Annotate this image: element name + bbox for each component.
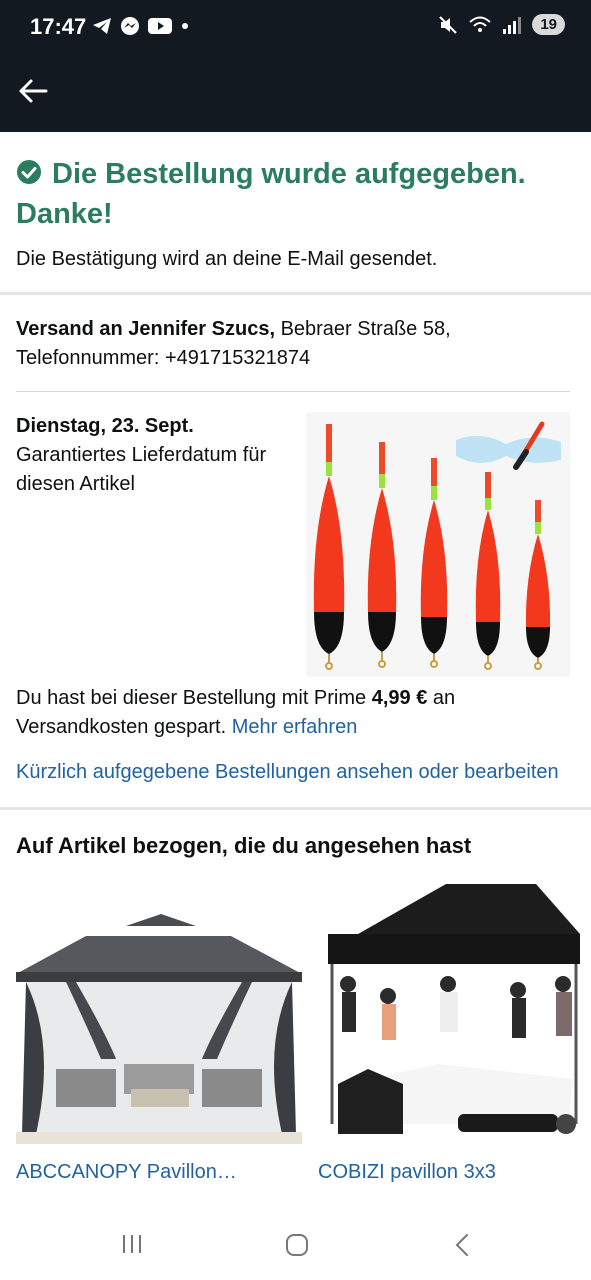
- delivery-section: Dienstag, 23. Sept. Garantiertes Lieferd…: [0, 392, 591, 682]
- shipping-address: Bebraer Straße 58,: [280, 318, 451, 340]
- fishing-floats-product-image[interactable]: [306, 412, 570, 677]
- status-bar: 17:47 19: [0, 0, 591, 56]
- app-header: [0, 56, 591, 132]
- youtube-icon: [148, 18, 172, 34]
- main-content: Die Bestellung wurde aufgegeben. Danke! …: [0, 132, 591, 1192]
- delivery-note: Garantiertes Lieferdatum für diesen Arti…: [16, 444, 267, 495]
- telegram-icon: [93, 18, 111, 34]
- product-label[interactable]: ABCCANOPY Pavillon…: [16, 1161, 302, 1184]
- prime-amount: 4,99 €: [371, 687, 428, 709]
- battery-level: 19: [532, 14, 565, 35]
- product-label[interactable]: COBIZI pavillon 3x3: [318, 1161, 580, 1184]
- recent-orders-section: Kürzlich aufgegebene Bestellungen ansehe…: [0, 742, 591, 807]
- signal-icon: [503, 16, 522, 34]
- shipping-phone: Telefonnummer: +491715321874: [16, 347, 311, 369]
- back-nav-icon[interactable]: [452, 1232, 472, 1258]
- learn-more-link[interactable]: Mehr erfahren: [232, 716, 358, 738]
- check-circle-icon: [17, 160, 41, 185]
- product-card[interactable]: ABCCANOPY Pavillon…: [16, 884, 302, 1184]
- messenger-icon: [121, 17, 139, 35]
- delivery-date: Dienstag, 23. Sept.: [16, 415, 194, 437]
- prime-text-before: Du hast bei dieser Bestellung mit Prime: [16, 687, 372, 709]
- wifi-icon: [469, 16, 491, 32]
- mute-icon: [439, 15, 458, 34]
- system-nav-bar: [0, 1212, 591, 1280]
- gazebo-image[interactable]: [16, 884, 302, 1144]
- prime-savings: Du hast bei dieser Bestellung mit Prime …: [0, 682, 591, 742]
- pop-up-tent-image[interactable]: [318, 884, 580, 1144]
- shipping-recipient: Versand an Jennifer Szucs,: [16, 318, 275, 340]
- recent-orders-link[interactable]: Kürzlich aufgegebene Bestellungen ansehe…: [16, 761, 559, 783]
- related-items-title: Auf Artikel bezogen, die du angesehen ha…: [16, 833, 472, 858]
- home-icon[interactable]: [284, 1232, 310, 1258]
- shipping-info: Versand an Jennifer Szucs, Bebraer Straß…: [0, 295, 591, 391]
- related-products: ABCCANOPY Pavillon… COBIZI pavillon 3x3: [0, 862, 591, 1192]
- product-card[interactable]: COBIZI pavillon 3x3: [318, 884, 580, 1184]
- back-arrow-icon[interactable]: [16, 74, 50, 108]
- confirmation-section: Die Bestellung wurde aufgegeben. Danke! …: [0, 132, 591, 274]
- confirmation-title: Die Bestellung wurde aufgegeben. Danke!: [16, 154, 575, 234]
- confirmation-subtitle: Die Bestätigung wird an deine E-Mail ges…: [16, 248, 438, 270]
- recent-apps-icon[interactable]: [120, 1232, 144, 1256]
- dot-icon: [182, 23, 188, 29]
- confirmation-title-text: Die Bestellung wurde aufgegeben. Danke!: [16, 158, 526, 230]
- status-time: 17:47: [30, 14, 87, 39]
